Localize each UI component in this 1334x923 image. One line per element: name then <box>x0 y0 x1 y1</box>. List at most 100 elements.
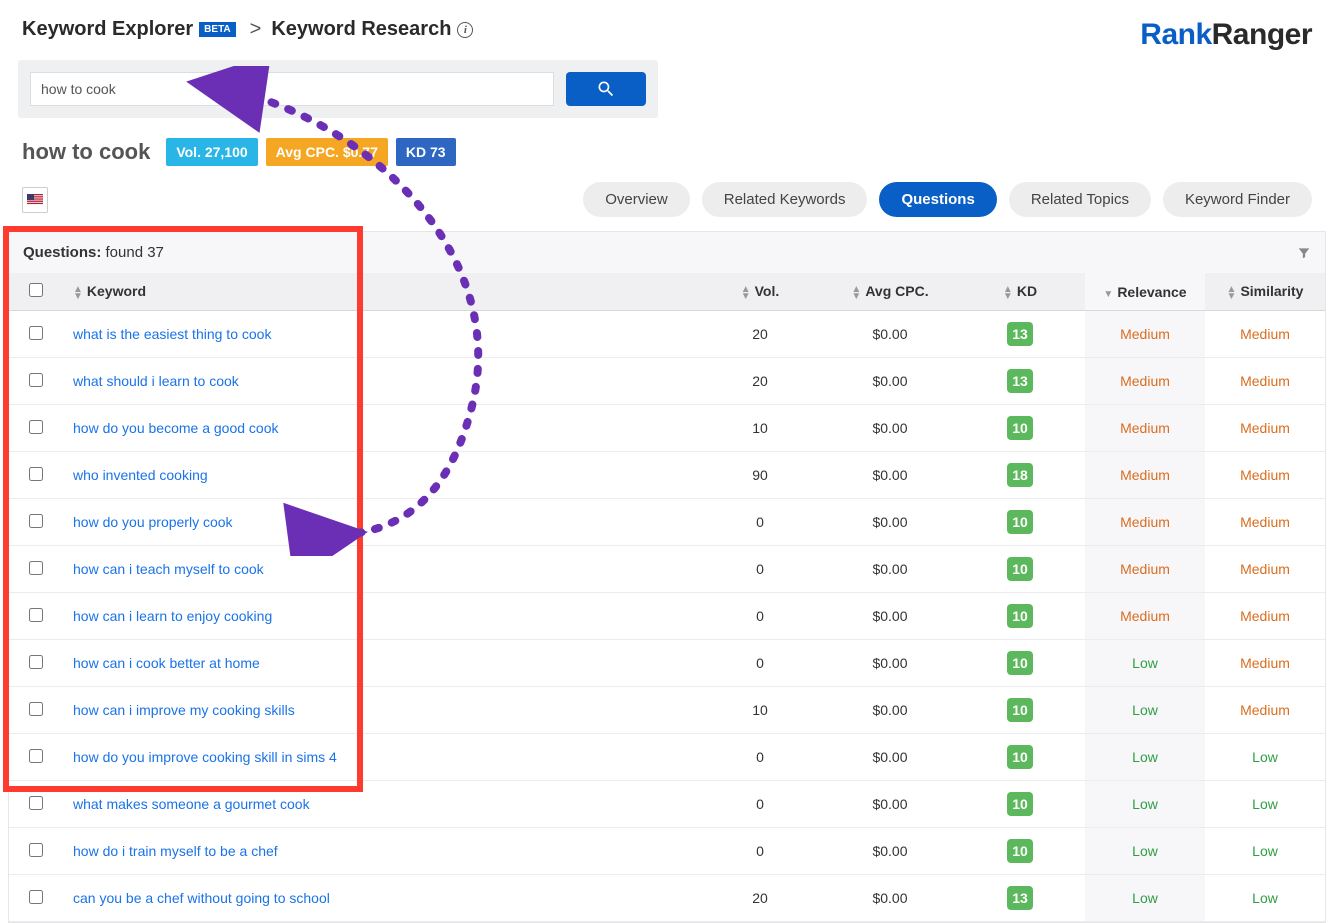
search-button[interactable] <box>566 72 646 106</box>
row-checkbox[interactable] <box>29 843 43 857</box>
keyword-link[interactable]: how can i learn to enjoy cooking <box>73 608 272 624</box>
row-checkbox[interactable] <box>29 749 43 763</box>
caption-label: Questions: <box>23 244 101 261</box>
header-kd[interactable]: KD <box>955 273 1085 311</box>
keyword-link[interactable]: how can i teach myself to cook <box>73 561 264 577</box>
cell-relevance: Low <box>1085 640 1205 687</box>
cell-cpc: $0.00 <box>825 358 955 405</box>
cell-relevance: Low <box>1085 781 1205 828</box>
tab-questions[interactable]: Questions <box>879 182 996 217</box>
cell-cpc: $0.00 <box>825 828 955 875</box>
select-all-checkbox[interactable] <box>29 283 43 297</box>
row-checkbox[interactable] <box>29 467 43 481</box>
country-flag-selector[interactable] <box>22 187 48 213</box>
cell-similarity: Medium <box>1205 687 1325 734</box>
header-relevance[interactable]: Relevance <box>1085 273 1205 311</box>
cell-similarity: Medium <box>1205 499 1325 546</box>
header-checkbox <box>9 273 63 311</box>
keyword-link[interactable]: how do i train myself to be a chef <box>73 843 278 859</box>
tab-related-keywords[interactable]: Related Keywords <box>702 182 868 217</box>
cell-volume: 10 <box>695 687 825 734</box>
cell-cpc: $0.00 <box>825 640 955 687</box>
cell-relevance: Low <box>1085 734 1205 781</box>
row-checkbox[interactable] <box>29 561 43 575</box>
cell-volume: 20 <box>695 358 825 405</box>
cell-kd: 13 <box>955 358 1085 405</box>
cell-cpc: $0.00 <box>825 781 955 828</box>
keyword-link[interactable]: how can i cook better at home <box>73 655 260 671</box>
cell-kd: 10 <box>955 405 1085 452</box>
volume-pill: Vol. 27,100 <box>166 138 257 166</box>
header-keyword[interactable]: Keyword <box>63 273 695 311</box>
row-checkbox[interactable] <box>29 326 43 340</box>
cell-cpc: $0.00 <box>825 452 955 499</box>
row-checkbox[interactable] <box>29 420 43 434</box>
table-row: can you be a chef without going to schoo… <box>9 875 1325 922</box>
tab-related-topics[interactable]: Related Topics <box>1009 182 1151 217</box>
row-checkbox[interactable] <box>29 373 43 387</box>
cpc-pill: Avg CPC. $0.77 <box>266 138 388 166</box>
table-row: how do you become a good cook10$0.0010Me… <box>9 405 1325 452</box>
keyword-search-input[interactable] <box>30 72 554 106</box>
view-tabs: Overview Related Keywords Questions Rela… <box>583 182 1312 217</box>
cell-kd: 10 <box>955 687 1085 734</box>
keyword-summary: how to cook Vol. 27,100 Avg CPC. $0.77 K… <box>0 132 1334 182</box>
search-icon <box>596 79 616 99</box>
table-row: what should i learn to cook20$0.0013Medi… <box>9 358 1325 405</box>
cell-volume: 20 <box>695 875 825 922</box>
cell-relevance: Low <box>1085 687 1205 734</box>
keyword-link[interactable]: how can i improve my cooking skills <box>73 702 295 718</box>
cell-similarity: Medium <box>1205 452 1325 499</box>
header-cpc[interactable]: Avg CPC. <box>825 273 955 311</box>
cell-cpc: $0.00 <box>825 499 955 546</box>
cell-kd: 10 <box>955 593 1085 640</box>
header-similarity[interactable]: Similarity <box>1205 273 1325 311</box>
cell-volume: 0 <box>695 828 825 875</box>
row-checkbox[interactable] <box>29 655 43 669</box>
tool-name[interactable]: Keyword Explorer <box>22 18 193 41</box>
cell-similarity: Medium <box>1205 640 1325 687</box>
cell-kd: 10 <box>955 640 1085 687</box>
cell-cpc: $0.00 <box>825 875 955 922</box>
keyword-link[interactable]: how do you become a good cook <box>73 420 278 436</box>
cell-relevance: Medium <box>1085 405 1205 452</box>
filter-icon[interactable] <box>1297 246 1311 260</box>
cell-kd: 10 <box>955 499 1085 546</box>
logo-part2: Ranger <box>1212 18 1312 52</box>
row-checkbox[interactable] <box>29 608 43 622</box>
info-icon[interactable]: i <box>457 22 473 38</box>
table-row: how can i learn to enjoy cooking0$0.0010… <box>9 593 1325 640</box>
row-checkbox[interactable] <box>29 514 43 528</box>
row-checkbox[interactable] <box>29 890 43 904</box>
table-row: what makes someone a gourmet cook0$0.001… <box>9 781 1325 828</box>
keyword-link[interactable]: what should i learn to cook <box>73 373 239 389</box>
keyword-link[interactable]: who invented cooking <box>73 467 208 483</box>
header-volume[interactable]: Vol. <box>695 273 825 311</box>
keyword-link[interactable]: how do you improve cooking skill in sims… <box>73 749 337 765</box>
cell-relevance: Medium <box>1085 546 1205 593</box>
summary-keyword: how to cook <box>22 139 150 165</box>
cell-volume: 10 <box>695 405 825 452</box>
table-header-row: Keyword Vol. Avg CPC. KD Relevance Simil… <box>9 273 1325 311</box>
cell-similarity: Low <box>1205 875 1325 922</box>
tab-keyword-finder[interactable]: Keyword Finder <box>1163 182 1312 217</box>
keyword-link[interactable]: what makes someone a gourmet cook <box>73 796 310 812</box>
cell-relevance: Medium <box>1085 499 1205 546</box>
cell-volume: 90 <box>695 452 825 499</box>
cell-relevance: Medium <box>1085 311 1205 358</box>
row-checkbox[interactable] <box>29 796 43 810</box>
cell-similarity: Low <box>1205 734 1325 781</box>
table-row: how do i train myself to be a chef 0$0.00… <box>9 828 1325 875</box>
tab-overview[interactable]: Overview <box>583 182 690 217</box>
cell-similarity: Medium <box>1205 405 1325 452</box>
cell-kd: 10 <box>955 781 1085 828</box>
keyword-link[interactable]: can you be a chef without going to schoo… <box>73 890 330 906</box>
keyword-link[interactable]: how do you properly cook <box>73 514 233 530</box>
table-row: how can i cook better at home 0$0.0010Low… <box>9 640 1325 687</box>
cell-relevance: Low <box>1085 828 1205 875</box>
row-checkbox[interactable] <box>29 702 43 716</box>
keyword-link[interactable]: what is the easiest thing to cook <box>73 326 271 342</box>
cell-cpc: $0.00 <box>825 311 955 358</box>
cell-volume: 0 <box>695 640 825 687</box>
cell-cpc: $0.00 <box>825 687 955 734</box>
